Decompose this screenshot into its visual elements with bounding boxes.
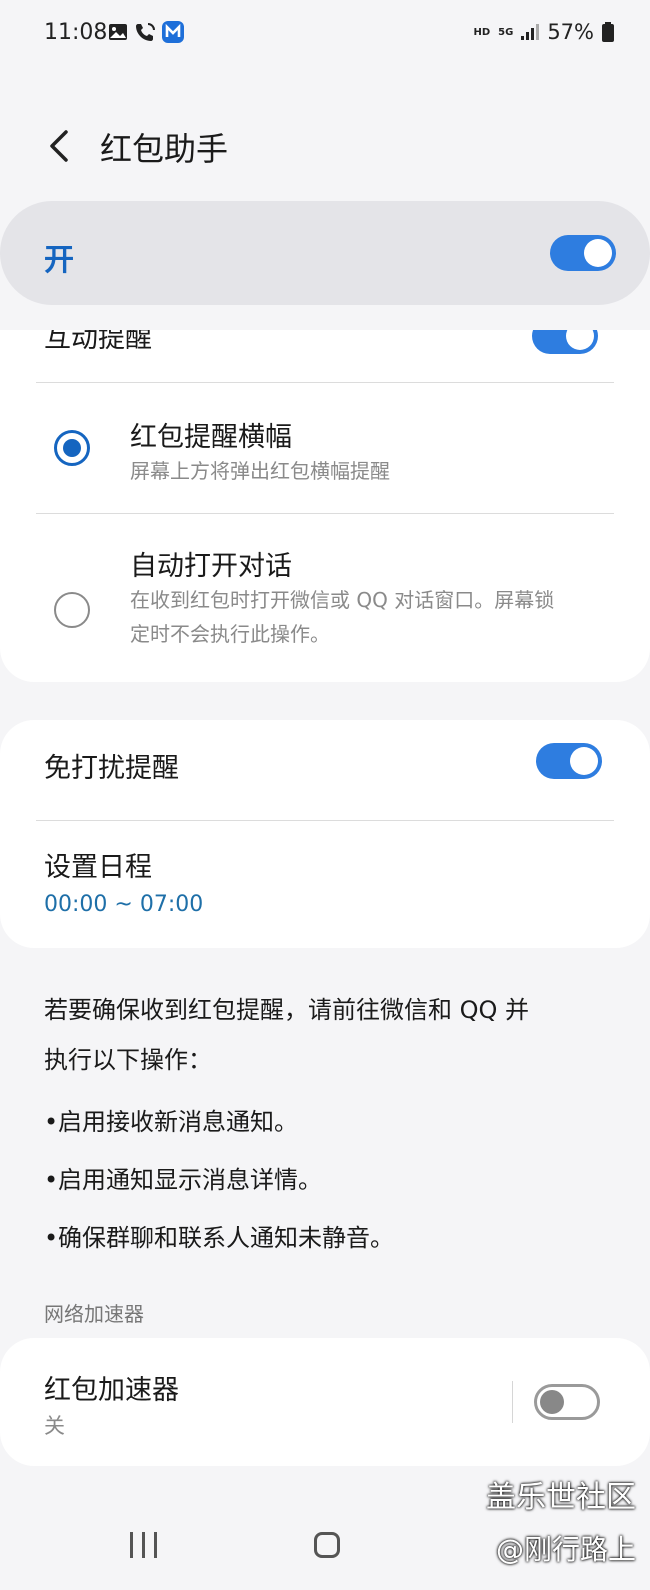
option-auto-open-description-1: 在收到红包时打开微信或 QQ 对话窗口。屏幕锁 [130, 588, 555, 612]
network-type: 5G [498, 26, 514, 38]
accelerator-toggle[interactable] [534, 1384, 600, 1420]
info-intro-2: 执行以下操作： [44, 1046, 212, 1074]
status-bar: 11:08 HD 5G 57% [0, 0, 650, 66]
notification-icons [108, 21, 184, 43]
master-switch-label: 开 [44, 243, 74, 278]
chevron-left-icon [50, 130, 68, 162]
option-banner-title: 红包提醒横幅 [130, 422, 292, 453]
info-list-item: 启用通知显示消息详情。 [44, 1151, 624, 1209]
accelerator-card[interactable]: 红包加速器 关 [0, 1338, 650, 1466]
navigation-bar [0, 1500, 650, 1590]
dnd-card: 免打扰提醒 设置日程 00:00 ~ 07:00 [0, 720, 650, 948]
battery-icon [602, 22, 614, 42]
radio-auto-open[interactable] [54, 592, 90, 628]
info-list-item: 确保群聊和联系人通知未静音。 [44, 1209, 624, 1267]
radio-banner[interactable] [54, 430, 90, 466]
toggle-knob [540, 1390, 564, 1414]
recents-button[interactable] [130, 1532, 157, 1558]
info-block: 若要确保收到红包提醒，请前往微信和 QQ 并 执行以下操作： 启用接收新消息通知… [44, 985, 624, 1267]
toggle-knob [570, 747, 598, 775]
section-header-accelerator: 网络加速器 [44, 1302, 144, 1326]
accelerator-label: 红包加速器 [44, 1375, 179, 1406]
info-list-item: 启用接收新消息通知。 [44, 1093, 624, 1151]
dnd-toggle[interactable] [536, 743, 602, 779]
info-list: 启用接收新消息通知。 启用通知显示消息详情。 确保群聊和联系人通知未静音。 [44, 1093, 624, 1267]
app-header: 红包助手 [0, 110, 650, 180]
toggle-knob [566, 330, 594, 350]
partial-row-toggle[interactable] [532, 330, 598, 354]
home-button[interactable] [314, 1532, 340, 1558]
option-banner[interactable]: 红包提醒横幅 屏幕上方将弹出红包横幅提醒 [0, 383, 650, 513]
accelerator-status: 关 [44, 1414, 65, 1438]
page-title: 红包助手 [100, 130, 229, 168]
dnd-row[interactable]: 免打扰提醒 [0, 720, 650, 810]
partial-row-label: 互动提醒 [44, 330, 152, 354]
vertical-divider [512, 1381, 513, 1423]
back-button[interactable] [40, 124, 80, 168]
option-auto-open[interactable]: 自动打开对话 在收到红包时打开微信或 QQ 对话窗口。屏幕锁 定时不会执行此操作… [0, 514, 650, 682]
reminder-options-card: 互动提醒 红包提醒横幅 屏幕上方将弹出红包横幅提醒 自动打开对话 在收到红包时打… [0, 330, 650, 682]
master-switch-row[interactable]: 开 [0, 201, 650, 305]
schedule-label: 设置日程 [44, 852, 152, 883]
hd-indicator: HD [473, 26, 491, 38]
schedule-value: 00:00 ~ 07:00 [44, 892, 204, 917]
option-auto-open-description-2: 定时不会执行此操作。 [130, 622, 330, 646]
option-banner-description: 屏幕上方将弹出红包横幅提醒 [130, 459, 390, 483]
app-m-icon [162, 21, 184, 43]
gallery-icon [109, 24, 127, 40]
toggle-knob [584, 239, 612, 267]
status-right: HD 5G 57% [473, 20, 614, 44]
battery-percent: 57% [547, 20, 594, 44]
signal-icon [521, 24, 540, 40]
master-toggle[interactable] [550, 235, 616, 271]
info-intro-1: 若要确保收到红包提醒，请前往微信和 QQ 并 [44, 996, 530, 1024]
option-auto-open-title: 自动打开对话 [130, 551, 292, 582]
schedule-row[interactable]: 设置日程 00:00 ~ 07:00 [0, 821, 650, 947]
wifi-call-icon [136, 23, 155, 41]
status-time: 11:08 [44, 20, 108, 45]
dnd-label: 免打扰提醒 [44, 753, 179, 784]
